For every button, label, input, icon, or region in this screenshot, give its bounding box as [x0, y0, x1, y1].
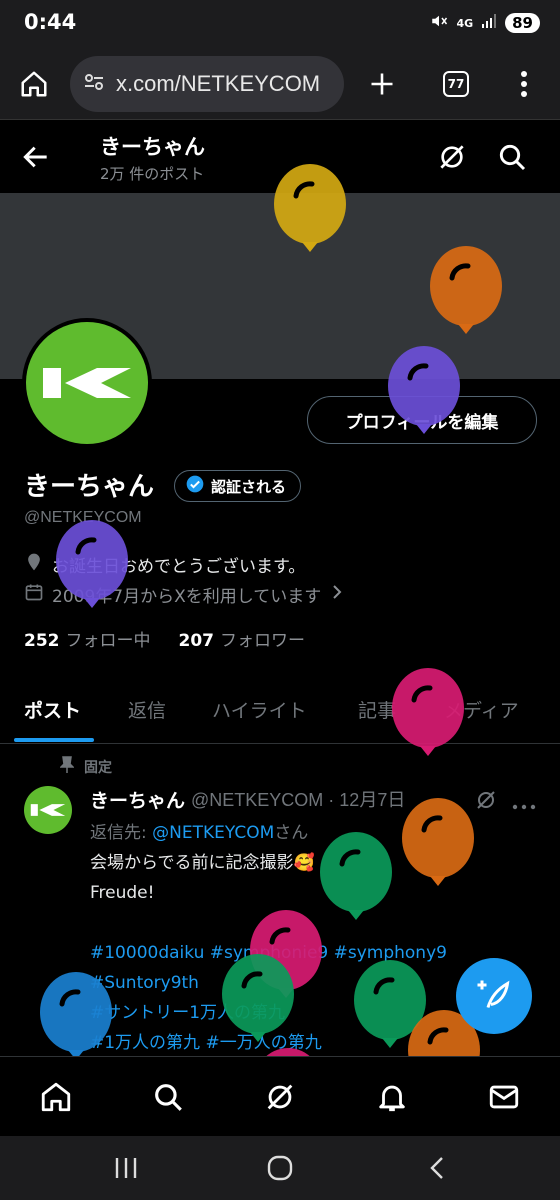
- more-options-icon[interactable]: [512, 796, 536, 815]
- balloon-decoration: [428, 246, 504, 346]
- tab-replies[interactable]: 返信: [128, 696, 166, 723]
- tweet-avatar[interactable]: [24, 786, 72, 834]
- chevron-right-icon[interactable]: [329, 583, 345, 606]
- compose-icon: [476, 976, 512, 1016]
- grok-icon[interactable]: [260, 1077, 300, 1117]
- back-arrow-icon[interactable]: [20, 141, 52, 177]
- pinned-label: 固定: [59, 756, 112, 778]
- tab-posts[interactable]: ポスト: [24, 696, 81, 723]
- following-link[interactable]: 252 フォロー中: [24, 626, 151, 651]
- bell-icon[interactable]: [372, 1077, 412, 1117]
- home-icon[interactable]: [14, 64, 54, 104]
- followers-link[interactable]: 207 フォロワー: [179, 626, 306, 651]
- balloon-decoration: [272, 164, 348, 264]
- home-button-icon[interactable]: [266, 1154, 294, 1186]
- tab-count: 77: [443, 71, 469, 97]
- kawasaki-logo: [26, 322, 148, 444]
- pin-icon: [59, 756, 75, 778]
- status-time: 0:44: [24, 10, 77, 34]
- grok-icon[interactable]: [474, 788, 498, 816]
- url-text: x.com/NETKEYCOM: [116, 71, 321, 96]
- compose-button[interactable]: [456, 958, 532, 1034]
- avatar[interactable]: [22, 318, 152, 448]
- more-menu-icon[interactable]: [504, 64, 544, 104]
- balloon-decoration: [400, 798, 476, 898]
- active-tab-indicator: [14, 738, 94, 742]
- new-tab-icon[interactable]: [362, 64, 402, 104]
- grok-icon[interactable]: [436, 141, 468, 177]
- tweet-meta: @NETKEYCOM · 12月7日: [191, 790, 406, 810]
- tab-switcher-button[interactable]: 77: [436, 64, 476, 104]
- profile-name: きーちゃん: [24, 472, 155, 502]
- verify-label: 認証される: [211, 477, 287, 496]
- balloon-decoration: [386, 346, 462, 446]
- balloon-decoration: [220, 954, 296, 1054]
- recent-apps-icon[interactable]: [112, 1154, 140, 1186]
- balloon-decoration: [54, 520, 130, 620]
- location-icon: [24, 552, 44, 577]
- url-bar[interactable]: x.com/NETKEYCOM: [70, 56, 344, 112]
- search-icon[interactable]: [148, 1077, 188, 1117]
- status-icons: 4G 89: [430, 12, 540, 34]
- profile-tabs: ポスト 返信 ハイライト 記事 メディア: [0, 680, 560, 744]
- balloon-decoration: [390, 668, 466, 768]
- system-nav-bar: [0, 1136, 560, 1200]
- post-count: 2万 件のポスト: [100, 165, 205, 183]
- verified-icon: [185, 474, 205, 498]
- tab-highlights[interactable]: ハイライト: [212, 696, 307, 723]
- balloon-decoration: [318, 832, 394, 932]
- mail-icon[interactable]: [484, 1077, 524, 1117]
- follow-stats: 252 フォロー中 207 フォロワー: [24, 626, 305, 651]
- status-bar: 0:44 4G 89: [0, 0, 560, 48]
- battery-level: 89: [505, 13, 540, 33]
- browser-toolbar: x.com/NETKEYCOM 77: [0, 48, 560, 120]
- mute-icon: [430, 12, 448, 34]
- header-title: きーちゃん: [100, 135, 205, 159]
- signal-icon: [481, 13, 497, 33]
- back-button-icon[interactable]: [424, 1154, 452, 1186]
- search-icon[interactable]: [496, 141, 528, 177]
- bottom-nav: [0, 1056, 560, 1136]
- home-icon[interactable]: [36, 1077, 76, 1117]
- site-settings-icon[interactable]: [82, 70, 106, 98]
- calendar-icon: [24, 582, 44, 607]
- get-verified-button[interactable]: 認証される: [174, 470, 302, 502]
- network-label: 4G: [456, 16, 474, 30]
- tweet-header: きーちゃん @NETKEYCOM · 12月7日: [90, 786, 405, 813]
- reply-handle-link[interactable]: @NETKEYCOM: [152, 823, 274, 843]
- tweet-author-name[interactable]: きーちゃん: [90, 786, 185, 813]
